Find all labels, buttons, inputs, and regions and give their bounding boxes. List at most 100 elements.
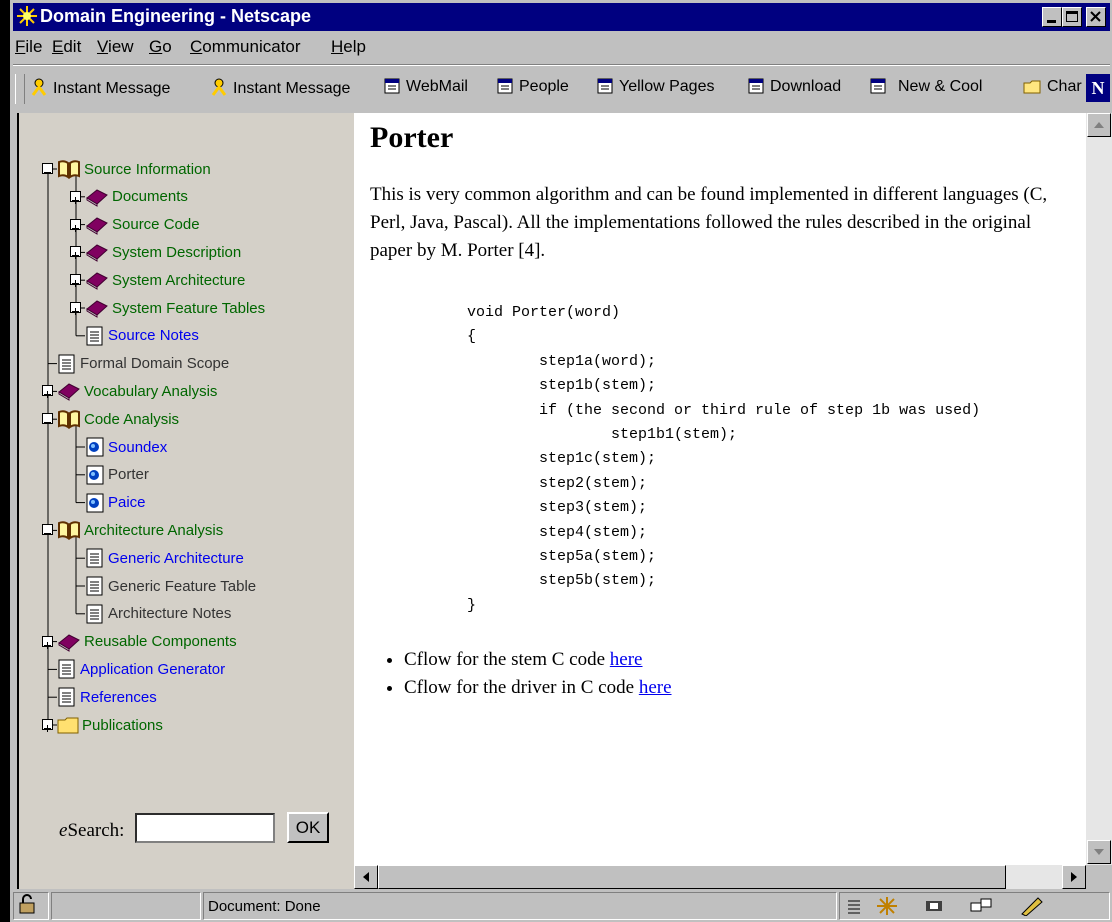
tree-item-generic-feature-table[interactable]: Generic Feature Table (85, 574, 256, 598)
folder-icon (57, 716, 79, 734)
tree-item-label: Application Generator (80, 660, 226, 678)
person-icon (211, 78, 227, 101)
window-title: Domain Engineering - Netscape (40, 6, 312, 26)
navigator-icon[interactable] (846, 898, 862, 918)
toolbar-channels[interactable]: Char (1023, 78, 1082, 99)
expand-icon[interactable] (70, 246, 81, 260)
menu-file[interactable]: File (15, 37, 42, 57)
tree-item-documents[interactable]: Documents (85, 185, 188, 209)
menu-edit[interactable]: Edit (52, 37, 81, 57)
search-ok-button[interactable]: OK (287, 812, 329, 843)
tree-item-label: System Feature Tables (112, 299, 266, 317)
scroll-left-button[interactable] (354, 865, 378, 889)
maximize-icon (1066, 11, 1078, 22)
expand-icon[interactable] (70, 302, 81, 315)
expand-icon[interactable] (42, 385, 53, 399)
globe-page-icon (85, 493, 105, 513)
expand-icon[interactable] (70, 274, 81, 288)
tree-item-source-notes[interactable]: Source Notes (85, 324, 199, 348)
toolbar-grip[interactable] (15, 74, 25, 104)
minimize-button[interactable] (1042, 7, 1062, 27)
discussion-icon[interactable] (970, 898, 994, 918)
expand-icon[interactable] (42, 635, 53, 649)
tree-item-publications[interactable]: Publications (57, 713, 163, 737)
tree-item-architecture-analysis[interactable]: Architecture Analysis (57, 518, 223, 542)
vertical-scrollbar[interactable] (1086, 113, 1112, 865)
scroll-up-button[interactable] (1087, 113, 1111, 137)
toolbar-instant-message-1[interactable]: Instant Message (31, 78, 170, 101)
tree-item-source-information[interactable]: Source Information (57, 157, 211, 181)
page-icon (85, 576, 105, 596)
tree-item-formal-domain-scope[interactable]: Formal Domain Scope (57, 352, 229, 376)
scroll-thumb[interactable] (378, 865, 1006, 889)
bookmark-page-icon (497, 78, 513, 99)
globe-page-icon (85, 465, 105, 485)
tree-item-system-feature-tables[interactable]: System Feature Tables (85, 296, 265, 320)
menu-go[interactable]: Go (149, 37, 172, 57)
tree-item-label: Architecture Analysis (84, 521, 224, 539)
toolbar-download[interactable]: Download (748, 78, 841, 99)
cflow-stem-link[interactable]: here (610, 649, 643, 670)
tree-item-application-generator[interactable]: Application Generator (57, 657, 225, 681)
tree-item-architecture-notes[interactable]: Architecture Notes (85, 602, 231, 626)
tree-item-references[interactable]: References (57, 685, 157, 709)
tree-item-label: Source Information (84, 160, 211, 178)
menu-view[interactable]: View (97, 37, 134, 57)
closed-book-icon (57, 381, 81, 402)
list-item: Cflow for the driver in C code here (404, 674, 672, 702)
security-panel[interactable] (13, 892, 49, 920)
arrow-down-icon (1094, 849, 1104, 855)
toolbar-people[interactable]: People (497, 78, 569, 99)
tree-item-label: Documents (112, 188, 188, 206)
tree-item-label: Architecture Notes (108, 605, 232, 623)
scroll-right-button[interactable] (1062, 865, 1086, 889)
search-input[interactable] (135, 813, 275, 843)
page-icon (57, 354, 77, 374)
collapse-icon[interactable] (42, 163, 53, 174)
tree-item-label: References (80, 688, 157, 706)
expand-icon[interactable] (42, 719, 53, 732)
tree-item-vocabulary-analysis[interactable]: Vocabulary Analysis (57, 379, 217, 403)
menu-help[interactable]: Help (331, 37, 366, 57)
tree-item-code-analysis[interactable]: Code Analysis (57, 407, 179, 431)
security-lock-icon (19, 894, 35, 914)
expand-icon[interactable] (70, 218, 81, 232)
tree-item-porter[interactable]: Porter (85, 463, 149, 487)
title-bar[interactable]: Domain Engineering - Netscape (13, 3, 1110, 31)
netscape-n-logo[interactable]: N (1086, 74, 1110, 102)
toolbar-webmail[interactable]: WebMail (384, 78, 468, 99)
cflow-driver-link[interactable]: here (639, 677, 672, 698)
netscape-star-icon[interactable] (876, 896, 898, 920)
scroll-down-button[interactable] (1087, 840, 1111, 864)
tree-item-label: Formal Domain Scope (80, 355, 230, 373)
horizontal-scrollbar[interactable] (354, 865, 1086, 889)
maximize-button[interactable] (1062, 7, 1082, 27)
folder-icon (1023, 78, 1041, 99)
tree-item-reusable-components[interactable]: Reusable Components (57, 630, 237, 654)
code-block: void Porter(word) { step1a(word); step1b… (467, 304, 981, 614)
tree-item-label: Code Analysis (84, 410, 180, 428)
menu-communicator[interactable]: Communicator (190, 37, 301, 57)
person-icon (31, 78, 47, 101)
tree-item-label: Reusable Components (84, 633, 237, 651)
toolbar-instant-message-2[interactable]: Instant Message (211, 78, 350, 101)
tree-item-label: Generic Architecture (108, 549, 244, 567)
collapse-icon[interactable] (42, 524, 53, 536)
collapse-icon[interactable] (42, 413, 53, 425)
toolbar-new-and-cool[interactable]: New & Cool (870, 78, 982, 99)
arrow-left-icon (363, 872, 369, 882)
tree-item-system-description[interactable]: System Description (85, 240, 241, 264)
toolbar-yellow-pages[interactable]: Yellow Pages (597, 78, 714, 99)
close-button[interactable] (1086, 7, 1106, 27)
closed-book-icon (85, 187, 109, 207)
tree-item-generic-architecture[interactable]: Generic Architecture (85, 546, 244, 570)
expand-icon[interactable] (70, 190, 81, 204)
composer-icon[interactable] (1020, 896, 1044, 920)
tree-item-soundex[interactable]: Soundex (85, 435, 167, 459)
status-text-panel: Document: Done (203, 892, 837, 920)
mail-icon[interactable] (924, 898, 946, 918)
tree-item-system-architecture[interactable]: System Architecture (85, 268, 245, 292)
bookmark-page-icon (748, 78, 764, 99)
tree-item-source-code[interactable]: Source Code (85, 213, 200, 237)
tree-item-paice[interactable]: Paice (85, 491, 146, 515)
